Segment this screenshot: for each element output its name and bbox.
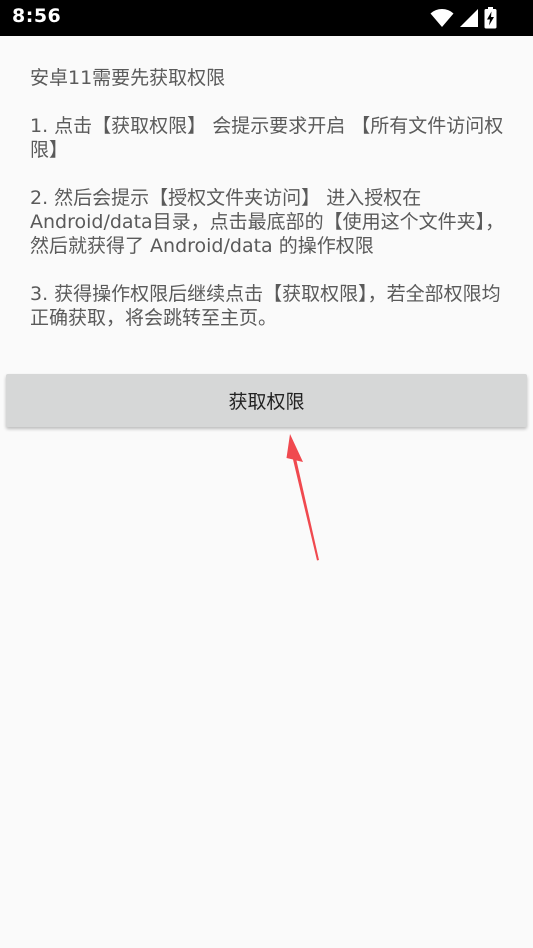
red-arrow-icon: [286, 434, 319, 561]
wifi-icon: [430, 9, 454, 27]
instruction-heading: 安卓11需要先获取权限: [30, 67, 226, 89]
status-icons: [430, 7, 497, 29]
get-permission-button-label: 获取权限: [228, 391, 305, 413]
instruction-step-1: 1. 点击【获取权限】 会提示要求开启 【所有文件访问权限】: [30, 115, 504, 161]
instruction-step-2: 2. 然后会提示【授权文件夹访问】 进入授权在Android/data目录，点击…: [30, 187, 505, 257]
status-bar: 8:56: [0, 0, 533, 36]
get-permission-button[interactable]: 获取权限: [6, 374, 527, 427]
instructions: 安卓11需要先获取权限 1. 点击【获取权限】 会提示要求开启 【所有文件访问权…: [30, 66, 508, 354]
battery-charging-icon: [484, 7, 497, 29]
instruction-step-3: 3. 获得操作权限后继续点击【获取权限】，若全部权限均正确获取，将会跳转至主页。: [30, 283, 501, 329]
status-time: 8:56: [12, 5, 62, 27]
signal-icon: [460, 9, 478, 27]
